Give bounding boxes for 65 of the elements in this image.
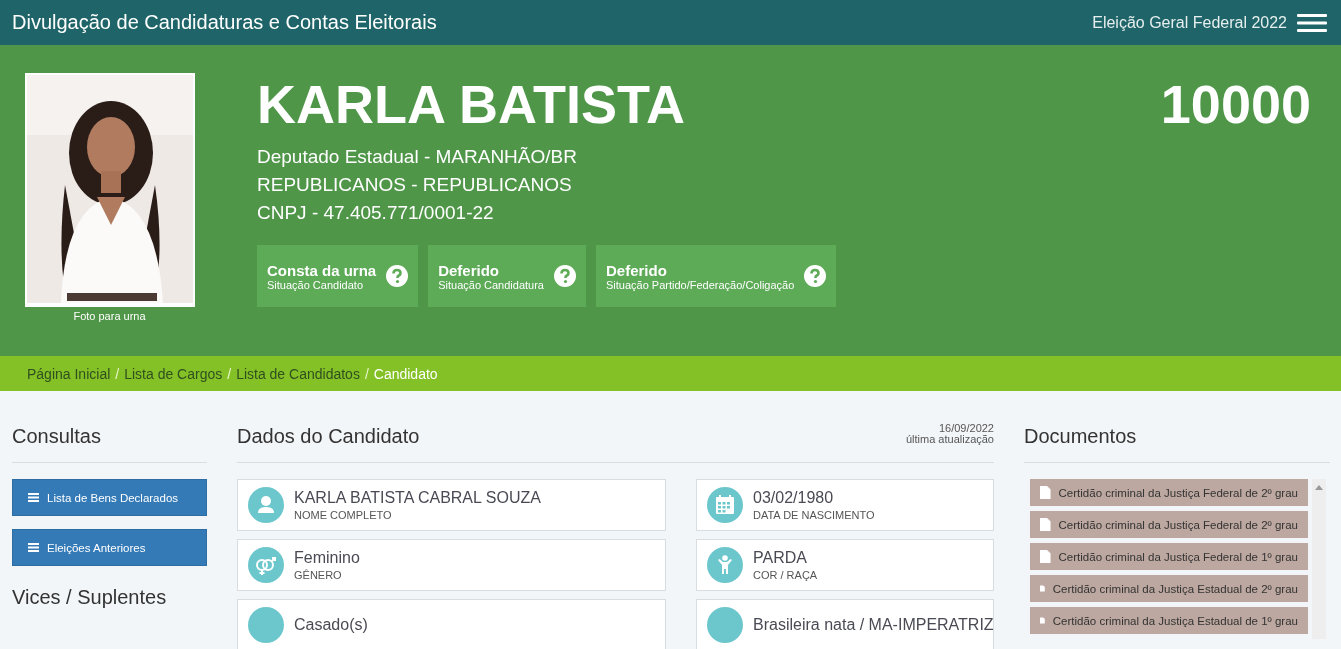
field-value: 03/02/1980: [753, 489, 835, 507]
breadcrumb-link[interactable]: Página Inicial: [27, 365, 111, 382]
status-label: Situação Partido/Federação/Coligação: [606, 278, 795, 291]
candidate-detail: CNPJ - 47.405.771/0001-22: [257, 201, 495, 225]
breadcrumb-separator: /: [115, 365, 120, 382]
scroll-up-icon: [1315, 485, 1323, 490]
document-link[interactable]: Certidão criminal da Justiça Federal de 1º grau: [1030, 543, 1308, 570]
status-value: Deferido: [606, 261, 668, 279]
help-icon: [386, 265, 409, 287]
update-label: última atualização: [905, 434, 994, 445]
menu-icon: [1297, 12, 1327, 33]
field-value: Brasileira nata / MA-IMPERATRIZ: [753, 616, 994, 634]
candidate-detail: REPUBLICANOS - REPUBLICANOS: [257, 173, 573, 197]
field-value: PARDA: [753, 549, 808, 567]
candidate-name: KARLA BATISTA: [257, 73, 685, 135]
field-value: Casado(s): [294, 616, 368, 634]
field-label: COR / RAÇA: [753, 569, 818, 581]
breadcrumb-link[interactable]: Lista de Cargos: [124, 365, 223, 382]
help-button[interactable]: [804, 265, 827, 287]
section-title: Consultas: [12, 425, 102, 448]
status-label: Situação Candidatura: [438, 278, 544, 291]
field-label: NOME COMPLETO: [294, 509, 393, 521]
field-value: Feminino: [294, 549, 360, 567]
help-icon: [554, 265, 576, 287]
document-link[interactable]: Certidão criminal da Justiça Estadual de 2º grau: [1030, 575, 1308, 602]
document-icon: [1040, 517, 1051, 532]
breadcrumb-current: Candidato: [373, 365, 438, 382]
scrollbar[interactable]: [1312, 479, 1326, 639]
list-button[interactable]: Lista de Bens Declarados: [12, 479, 207, 516]
field-label: GÊNERO: [294, 569, 343, 581]
breadcrumb-separator: /: [227, 365, 232, 382]
list-button[interactable]: Eleições Anteriores: [12, 529, 207, 566]
field-value: KARLA BATISTA CABRAL SOUZA: [294, 489, 541, 507]
status-value: Consta da urna: [267, 261, 377, 279]
field-label: DATA DE NASCIMENTO: [753, 509, 875, 521]
help-button[interactable]: [554, 265, 576, 287]
calendar-icon: [707, 487, 743, 523]
section-title: Documentos: [1024, 425, 1138, 448]
gender-icon: [248, 547, 284, 583]
breadcrumb-separator: /: [364, 365, 369, 382]
election-name: Eleição Geral Federal 2022: [1092, 13, 1287, 32]
help-button[interactable]: [386, 265, 409, 287]
update-date: 16/09/2022: [937, 423, 994, 434]
person-icon: [248, 487, 284, 523]
document-icon: [1040, 485, 1051, 500]
section-title: Dados do Candidato: [237, 425, 420, 448]
document-icon: [1040, 549, 1051, 564]
list-icon: [28, 493, 39, 502]
candidate-detail: Deputado Estadual - MARANHÃO/BR: [257, 145, 578, 169]
document-link[interactable]: Certidão criminal da Justiça Federal de 2º grau: [1030, 511, 1308, 538]
help-icon: [804, 265, 827, 287]
breadcrumb-link[interactable]: Lista de Candidatos: [236, 365, 360, 382]
site-title: Divulgação de Candidaturas e Contas Eleitorais: [12, 11, 437, 34]
document-link[interactable]: Certidão criminal da Justiça Estadual de 1º grau: [1030, 607, 1308, 634]
photo-caption: Foto para urna: [73, 310, 146, 322]
document-link[interactable]: Certidão criminal da Justiça Federal de 2º grau: [1030, 479, 1308, 506]
status-label: Situação Candidato: [267, 278, 364, 291]
menu-button[interactable]: [1297, 12, 1327, 33]
list-icon: [28, 543, 39, 552]
figure-icon: [707, 547, 743, 583]
candidate-number: 10000: [1160, 73, 1311, 135]
circle-icon: [248, 607, 284, 643]
circle-icon: [707, 607, 743, 643]
section-title: Vices / Suplentes: [12, 586, 168, 609]
status-value: Deferido: [438, 261, 501, 279]
